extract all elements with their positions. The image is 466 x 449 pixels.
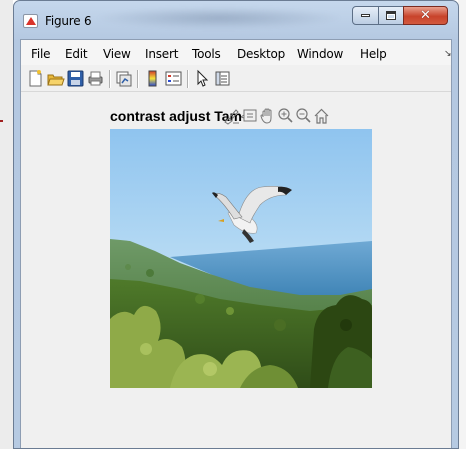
toolbar-separator bbox=[187, 70, 188, 88]
maximize-button[interactable] bbox=[378, 6, 404, 25]
edit-plot-button[interactable] bbox=[193, 69, 212, 88]
link-plot-icon bbox=[116, 71, 132, 87]
menu-edit[interactable]: Edit bbox=[65, 47, 88, 61]
window-title: Figure 6 bbox=[45, 14, 92, 28]
minimize-button[interactable] bbox=[352, 6, 379, 25]
data-tips-button[interactable] bbox=[239, 107, 258, 125]
background-left-strip bbox=[0, 0, 13, 449]
insert-legend-icon bbox=[165, 71, 182, 86]
new-figure-button[interactable] bbox=[26, 69, 45, 88]
figure-toolbar bbox=[21, 65, 451, 92]
background-mark bbox=[0, 120, 3, 122]
seagull-over-coastline-photo bbox=[110, 129, 372, 388]
maximize-icon bbox=[386, 11, 396, 20]
menu-tools[interactable]: Tools bbox=[192, 47, 221, 61]
data-tips-icon bbox=[239, 109, 257, 122]
toolbar-separator bbox=[137, 70, 138, 88]
pan-button[interactable] bbox=[259, 107, 276, 125]
background-right-strip bbox=[458, 0, 466, 449]
screen: Figure 6 ✕ File Edit View Insert Tools D… bbox=[0, 0, 466, 449]
title-bar-glow bbox=[94, 7, 344, 29]
link-plot-button[interactable] bbox=[114, 69, 133, 88]
title-bar[interactable]: Figure 6 ✕ bbox=[14, 1, 458, 39]
insert-legend-button[interactable] bbox=[164, 69, 183, 88]
open-file-icon bbox=[47, 74, 65, 86]
property-inspector-icon bbox=[215, 71, 230, 86]
home-button[interactable] bbox=[313, 107, 330, 125]
menu-window[interactable]: Window bbox=[297, 47, 343, 61]
zoom-out-icon bbox=[296, 108, 311, 123]
save-button[interactable] bbox=[66, 69, 85, 88]
close-icon: ✕ bbox=[420, 8, 431, 23]
figure-canvas: contrast adjust Tam bbox=[21, 93, 451, 448]
image-axes[interactable] bbox=[110, 129, 372, 388]
open-file-button[interactable] bbox=[46, 69, 65, 88]
zoom-in-icon bbox=[278, 108, 293, 123]
pan-icon bbox=[260, 108, 272, 124]
print-icon bbox=[88, 71, 103, 86]
menu-insert[interactable]: Insert bbox=[145, 47, 178, 61]
new-figure-icon bbox=[29, 70, 42, 87]
menu-bar: File Edit View Insert Tools Desktop Wind… bbox=[21, 40, 452, 65]
close-button[interactable]: ✕ bbox=[403, 6, 448, 25]
menu-desktop[interactable]: Desktop bbox=[237, 47, 285, 61]
zoom-out-button[interactable] bbox=[295, 107, 312, 125]
insert-colorbar-button[interactable] bbox=[143, 69, 162, 88]
figure-window: Figure 6 ✕ File Edit View Insert Tools D… bbox=[13, 0, 459, 449]
brush-icon bbox=[224, 109, 239, 125]
print-button[interactable] bbox=[86, 69, 105, 88]
menu-overflow-icon[interactable]: ↘ bbox=[444, 48, 452, 59]
edit-plot-icon bbox=[197, 69, 209, 87]
minimize-icon bbox=[361, 14, 370, 17]
menu-file[interactable]: File bbox=[31, 47, 50, 61]
zoom-in-button[interactable] bbox=[277, 107, 294, 125]
toolbar-separator bbox=[109, 70, 110, 88]
client-area: File Edit View Insert Tools Desktop Wind… bbox=[20, 39, 452, 448]
menu-help[interactable]: Help bbox=[360, 47, 387, 61]
property-inspector-button[interactable] bbox=[213, 69, 232, 88]
insert-colorbar-icon bbox=[148, 70, 157, 87]
save-icon bbox=[67, 70, 84, 87]
matlab-figure-icon[interactable] bbox=[23, 14, 38, 28]
menu-view[interactable]: View bbox=[103, 47, 131, 61]
home-icon bbox=[314, 108, 329, 124]
brush-button[interactable] bbox=[223, 107, 240, 125]
